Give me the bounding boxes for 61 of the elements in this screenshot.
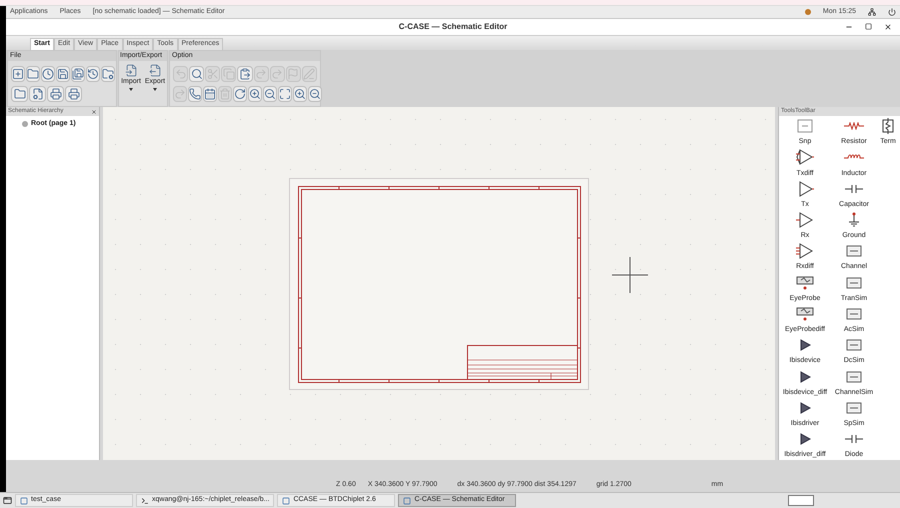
amplifier-icon: [796, 212, 814, 228]
ground-icon: [848, 212, 860, 228]
close-icon[interactable]: [91, 108, 97, 114]
buffer-icon: [799, 370, 811, 383]
new-file-icon[interactable]: [11, 66, 25, 82]
simulation-box-icon: [846, 308, 862, 320]
zoom-out-icon[interactable]: [263, 86, 277, 102]
document-arrow-icon: [124, 64, 138, 77]
folder-gear-icon[interactable]: [101, 66, 115, 82]
termination-icon: [882, 118, 894, 134]
amplifier-icon: [796, 243, 814, 260]
search-icon[interactable]: [189, 66, 204, 82]
dropdown-caret-icon: [153, 88, 157, 91]
dropdown-caret-icon: [129, 88, 133, 91]
simulation-box-icon: [846, 245, 862, 258]
printer-icon[interactable]: [65, 86, 82, 102]
buffer-icon: [799, 339, 811, 352]
file-gear-icon[interactable]: [29, 86, 46, 102]
simulation-box-icon: [846, 276, 862, 289]
inductor-icon: [844, 153, 864, 162]
paste-icon[interactable]: [237, 66, 253, 82]
simulation-box-icon: [846, 339, 862, 352]
zoom-in-icon[interactable]: [293, 86, 307, 102]
folder-icon[interactable]: [11, 86, 28, 102]
crosshair-cursor-icon: [612, 257, 648, 293]
maximize-icon[interactable]: [865, 23, 872, 30]
folder-icon[interactable]: [26, 66, 40, 82]
save-as-icon[interactable]: [71, 66, 85, 82]
probe-icon: [796, 306, 814, 321]
workspace-switcher[interactable]: [788, 495, 814, 506]
window-title: C-CASE — Schematic Editor: [398, 21, 508, 33]
window-icon: [403, 496, 412, 504]
printer-icon[interactable]: [47, 86, 64, 102]
buffer-icon: [799, 402, 811, 414]
clock-icon[interactable]: [41, 66, 55, 82]
document-arrow-icon: [148, 64, 162, 77]
show-desktop-icon[interactable]: [3, 496, 12, 505]
save-icon[interactable]: [56, 66, 70, 82]
capacitor-icon: [845, 184, 863, 193]
simulation-box-icon: [846, 370, 862, 383]
capacitor-icon: [845, 435, 863, 444]
buffer-icon: [799, 433, 811, 446]
amplifier-icon: [796, 149, 814, 166]
zoom-out-icon[interactable]: [308, 86, 322, 102]
zoom-fit-icon[interactable]: [278, 86, 292, 102]
window-icon: [20, 496, 28, 504]
component-box-icon: [797, 119, 813, 134]
power-icon: [888, 8, 896, 16]
tree-node-icon: [22, 121, 28, 128]
calendar-icon[interactable]: [203, 86, 217, 102]
close-icon[interactable]: [884, 23, 892, 31]
history-icon[interactable]: [86, 66, 100, 82]
rotate-icon[interactable]: [233, 86, 247, 102]
window-icon: [282, 496, 290, 504]
simulation-box-icon: [846, 402, 862, 414]
phone-icon[interactable]: [188, 86, 202, 102]
resistor-icon: [844, 122, 864, 130]
probe-icon: [796, 276, 814, 290]
zoom-in-icon[interactable]: [248, 86, 262, 102]
network-icon: [868, 8, 876, 16]
terminal-icon: [141, 496, 149, 504]
